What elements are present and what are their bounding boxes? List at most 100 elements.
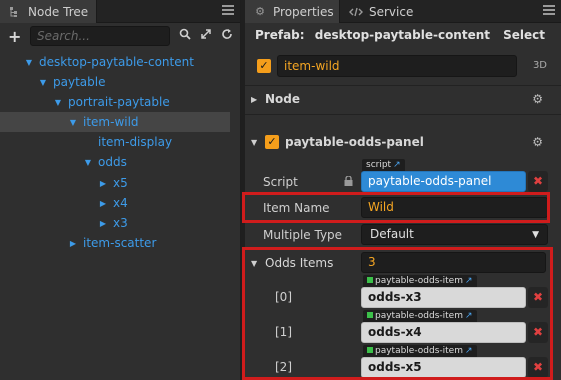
node-3d-toggle[interactable]: 3D bbox=[533, 60, 547, 71]
add-node-icon[interactable]: + bbox=[8, 27, 21, 46]
odds-item-field[interactable]: odds-x3 bbox=[361, 287, 526, 308]
remove-script-button[interactable]: ✖ bbox=[528, 171, 548, 192]
remove-odds-item-button[interactable]: ✖ bbox=[528, 322, 548, 343]
expand-arrow-icon[interactable]: ▼ bbox=[24, 58, 34, 67]
component-section-header[interactable]: ▼ ✓ paytable-odds-panel ⚙ bbox=[245, 130, 561, 154]
tree-item-label: item-wild bbox=[83, 115, 139, 129]
dropdown-arrow-icon: ▼ bbox=[532, 230, 539, 240]
script-field[interactable]: paytable-odds-panel bbox=[361, 171, 526, 192]
link-icon[interactable]: ↗ bbox=[393, 160, 401, 170]
tree-item-label: x3 bbox=[113, 216, 128, 230]
tree-item-label: x5 bbox=[113, 176, 128, 190]
search-icon[interactable] bbox=[178, 28, 192, 42]
expand-arrow-icon[interactable]: ▼ bbox=[83, 158, 93, 167]
tree-item-label: item-scatter bbox=[83, 236, 157, 250]
prefab-label: Prefab: bbox=[255, 28, 305, 42]
component-icon bbox=[367, 312, 373, 318]
properties-menu-icon[interactable] bbox=[543, 5, 555, 17]
collapse-arrow-icon[interactable]: ▶ bbox=[98, 219, 108, 228]
collapse-arrow-icon[interactable]: ▶ bbox=[251, 95, 259, 104]
tab-properties[interactable]: ⚙ Properties bbox=[245, 0, 340, 23]
tree-item[interactable]: ▶ x3 bbox=[0, 213, 230, 233]
multiple-type-label: Multiple Type bbox=[263, 228, 343, 242]
gear-icon: ⚙ bbox=[255, 5, 265, 18]
search-input[interactable]: Search... bbox=[30, 26, 170, 46]
remove-odds-item-button[interactable]: ✖ bbox=[528, 287, 548, 308]
expand-arrow-icon[interactable]: ▼ bbox=[53, 98, 63, 107]
node-name-input[interactable]: item-wild bbox=[277, 55, 517, 77]
node-active-checkbox[interactable]: ✓ bbox=[257, 59, 271, 73]
collapse-arrow-icon[interactable]: ▶ bbox=[68, 239, 78, 248]
tree-item-label: portrait-paytable bbox=[68, 95, 170, 109]
node-tree-tabbar: Node Tree bbox=[0, 0, 240, 23]
remove-odds-item-button[interactable]: ✖ bbox=[528, 357, 548, 378]
divider bbox=[245, 114, 561, 115]
node-section-label: Node bbox=[265, 92, 301, 106]
tree-item-label: paytable bbox=[53, 75, 106, 89]
tab-node-tree-label: Node Tree bbox=[28, 4, 89, 19]
odds-items-label: Odds Items bbox=[265, 256, 334, 270]
gear-icon[interactable]: ⚙ bbox=[532, 135, 543, 149]
expand-arrow-icon[interactable]: ▼ bbox=[251, 138, 259, 147]
node-name-row: ✓ item-wild 3D bbox=[255, 55, 551, 77]
odds-item-field[interactable]: odds-x5 bbox=[361, 357, 526, 378]
expand-arrow-icon[interactable]: ▼ bbox=[68, 118, 78, 127]
odds-item-field[interactable]: odds-x4 bbox=[361, 322, 526, 343]
prefab-select-button[interactable]: Select bbox=[503, 28, 545, 42]
collapse-arrow-icon[interactable]: ▶ bbox=[98, 179, 108, 188]
tree-item[interactable]: ▶ x4 bbox=[0, 193, 230, 213]
odds-item-index: [0] bbox=[275, 290, 292, 304]
tree-item[interactable]: ▶ item-scatter bbox=[0, 233, 230, 253]
node-section-header[interactable]: ▶ Node ⚙ bbox=[245, 87, 561, 111]
component-section-label: paytable-odds-panel bbox=[285, 135, 424, 149]
tree-item-label: x4 bbox=[113, 196, 128, 210]
service-icon bbox=[349, 5, 363, 19]
tab-service[interactable]: Service bbox=[341, 0, 427, 23]
hierarchy-icon bbox=[8, 5, 22, 19]
tree-item[interactable]: ▼ item-display bbox=[0, 132, 230, 152]
item-name-label: Item Name bbox=[263, 201, 330, 215]
tree-item-label: item-display bbox=[98, 135, 173, 149]
odds-item-tag-label: paytable-odds-item bbox=[375, 276, 463, 286]
tab-node-tree[interactable]: Node Tree bbox=[0, 0, 97, 23]
lock-icon bbox=[344, 175, 353, 189]
multiple-type-select[interactable]: Default ▼ bbox=[361, 224, 548, 245]
component-icon bbox=[367, 277, 373, 283]
tree-item-label: odds bbox=[98, 155, 127, 169]
script-tag-label: script bbox=[366, 160, 392, 170]
odds-item-index: [1] bbox=[275, 325, 292, 339]
refresh-icon[interactable] bbox=[220, 28, 234, 42]
node-tree-panel: Node Tree + Search... ▼ desktop-paytable… bbox=[0, 0, 241, 380]
odds-items-count-input[interactable]: 3 bbox=[361, 252, 546, 273]
tree-item[interactable]: ▼ portrait-paytable bbox=[0, 92, 230, 112]
tree-item[interactable]: ▼ odds bbox=[0, 152, 230, 172]
expand-arrow-icon[interactable]: ▼ bbox=[38, 78, 48, 87]
odds-item-tag-label: paytable-odds-item bbox=[375, 346, 463, 356]
tree-item[interactable]: ▼ desktop-paytable-content bbox=[0, 52, 230, 72]
link-icon[interactable]: ↗ bbox=[465, 311, 473, 321]
odds-item-index: [2] bbox=[275, 360, 292, 374]
properties-tabbar: ⚙ Properties Service bbox=[245, 0, 561, 23]
component-enabled-checkbox[interactable]: ✓ bbox=[265, 135, 279, 149]
tree-item[interactable]: ▶ x5 bbox=[0, 173, 230, 193]
tree-item-selected[interactable]: ▼ item-wild bbox=[0, 112, 230, 132]
link-icon[interactable]: ↗ bbox=[465, 276, 473, 286]
collapse-all-icon[interactable] bbox=[199, 28, 213, 42]
multiple-type-value: Default bbox=[370, 227, 414, 241]
odds-item-tag-label: paytable-odds-item bbox=[375, 311, 463, 321]
script-label: Script bbox=[263, 175, 298, 189]
collapse-arrow-icon[interactable]: ▶ bbox=[98, 199, 108, 208]
prefab-row: Prefab: desktop-paytable-content Select bbox=[255, 28, 551, 48]
item-name-input[interactable]: Wild bbox=[361, 197, 548, 218]
component-icon bbox=[367, 347, 373, 353]
divider bbox=[245, 85, 561, 86]
tab-service-label: Service bbox=[369, 4, 414, 19]
expand-arrow-icon[interactable]: ▼ bbox=[251, 259, 259, 268]
gear-icon[interactable]: ⚙ bbox=[532, 92, 543, 106]
tree-item[interactable]: ▼ paytable bbox=[0, 72, 230, 92]
properties-panel: ⚙ Properties Service Prefab: desktop-pay… bbox=[242, 0, 561, 380]
node-tree-toolbar: + Search... bbox=[0, 24, 240, 49]
prefab-name: desktop-paytable-content bbox=[314, 28, 491, 42]
link-icon[interactable]: ↗ bbox=[465, 346, 473, 356]
node-tree-menu-icon[interactable] bbox=[222, 5, 234, 17]
